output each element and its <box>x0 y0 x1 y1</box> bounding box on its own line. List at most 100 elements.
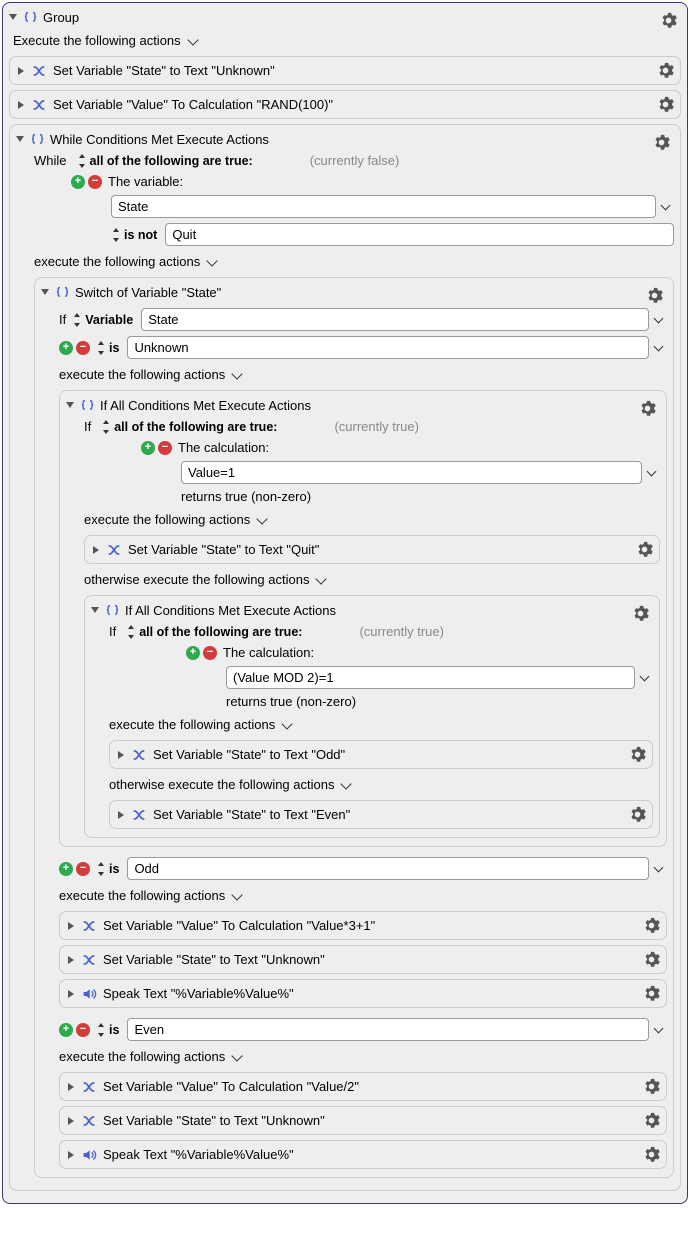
add-icon[interactable]: + <box>59 1023 73 1037</box>
chevron-down-icon[interactable] <box>655 865 667 873</box>
gear-icon[interactable] <box>642 950 660 968</box>
condition-mode-popup[interactable]: all of the following are true: <box>126 625 304 639</box>
add-remove-buttons[interactable]: + − <box>59 862 90 876</box>
add-icon[interactable]: + <box>71 175 85 189</box>
gear-icon[interactable] <box>642 916 660 934</box>
add-icon[interactable]: + <box>59 341 73 355</box>
action-even-a2[interactable]: Set Variable "State" to Text "Unknown" <box>59 1106 667 1135</box>
chevron-down-icon[interactable] <box>655 316 667 324</box>
variable-icon <box>80 1112 97 1129</box>
gear-icon[interactable] <box>659 11 677 29</box>
action-even-a3[interactable]: Speak Text "%Variable%Value%" <box>59 1140 667 1169</box>
disclosure-icon[interactable] <box>93 546 99 554</box>
calc-input[interactable] <box>226 666 635 689</box>
chevron-down-icon[interactable] <box>233 371 245 379</box>
gear-icon[interactable] <box>642 1077 660 1095</box>
action-set-state-odd[interactable]: Set Variable "State" to Text "Odd" <box>109 740 653 769</box>
add-remove-buttons[interactable]: + − <box>141 441 172 455</box>
disclosure-icon[interactable] <box>68 990 74 998</box>
action-odd-a2[interactable]: Set Variable "State" to Text "Unknown" <box>59 945 667 974</box>
gear-icon[interactable] <box>642 1145 660 1163</box>
disclosure-icon[interactable] <box>68 1083 74 1091</box>
remove-icon[interactable]: − <box>76 862 90 876</box>
add-icon[interactable]: + <box>141 441 155 455</box>
while-label: While <box>34 153 67 168</box>
gear-icon[interactable] <box>645 286 663 304</box>
chevron-down-icon[interactable] <box>655 344 667 352</box>
add-remove-buttons[interactable]: + − <box>59 1023 90 1037</box>
action-set-state-unknown[interactable]: Set Variable "State" to Text "Unknown" <box>9 56 681 85</box>
disclosure-icon[interactable] <box>18 101 24 109</box>
gear-icon[interactable] <box>656 61 674 79</box>
condition-mode-popup[interactable]: all of the following are true: <box>77 154 255 168</box>
case-value-input[interactable] <box>127 1018 649 1041</box>
remove-icon[interactable]: − <box>158 441 172 455</box>
calc-input[interactable] <box>181 461 642 484</box>
gear-icon[interactable] <box>642 984 660 1002</box>
variable-icon <box>80 1078 97 1095</box>
gear-icon[interactable] <box>635 540 653 558</box>
action-even-a1[interactable]: Set Variable "Value" To Calculation "Val… <box>59 1072 667 1101</box>
add-icon[interactable]: + <box>59 862 73 876</box>
remove-icon[interactable]: − <box>88 175 102 189</box>
variable-popup[interactable]: Variable <box>72 313 135 327</box>
disclosure-icon[interactable] <box>91 607 99 613</box>
add-icon[interactable]: + <box>186 646 200 660</box>
disclosure-icon[interactable] <box>68 1117 74 1125</box>
disclosure-icon[interactable] <box>16 136 24 142</box>
chevron-down-icon[interactable] <box>233 892 245 900</box>
gear-icon[interactable] <box>638 399 656 417</box>
chevron-down-icon[interactable] <box>208 258 220 266</box>
gear-icon[interactable] <box>652 133 670 151</box>
add-remove-buttons[interactable]: + − <box>186 646 217 660</box>
disclosure-icon[interactable] <box>68 922 74 930</box>
remove-icon[interactable]: − <box>76 341 90 355</box>
currently-state: (currently true) <box>359 624 444 639</box>
chevron-down-icon[interactable] <box>283 721 295 729</box>
gear-icon[interactable] <box>656 95 674 113</box>
remove-icon[interactable]: − <box>76 1023 90 1037</box>
case-is-popup[interactable]: is <box>96 1023 121 1037</box>
disclosure-icon[interactable] <box>41 289 49 295</box>
chevron-down-icon[interactable] <box>342 781 354 789</box>
action-set-value-rand[interactable]: Set Variable "Value" To Calculation "RAN… <box>9 90 681 119</box>
chevron-down-icon[interactable] <box>189 37 201 45</box>
disclosure-icon[interactable] <box>68 956 74 964</box>
action-set-state-quit[interactable]: Set Variable "State" to Text "Quit" <box>84 535 660 564</box>
switch-var-input[interactable] <box>141 308 649 331</box>
disclosure-icon[interactable] <box>118 811 124 819</box>
variable-name-input[interactable] <box>111 195 656 218</box>
gear-icon[interactable] <box>628 805 646 823</box>
chevron-down-icon[interactable] <box>317 576 329 584</box>
chevron-down-icon[interactable] <box>655 1026 667 1034</box>
add-remove-buttons[interactable]: + − <box>71 175 102 189</box>
action-set-state-even[interactable]: Set Variable "State" to Text "Even" <box>109 800 653 829</box>
remove-icon[interactable]: − <box>203 646 217 660</box>
chevron-down-icon[interactable] <box>258 516 270 524</box>
variable-icon <box>30 96 47 113</box>
chevron-down-icon[interactable] <box>641 674 653 682</box>
disclosure-icon[interactable] <box>9 14 17 20</box>
case-is-popup[interactable]: is <box>96 341 121 355</box>
add-remove-buttons[interactable]: + − <box>59 341 90 355</box>
action-title: Set Variable "State" to Text "Unknown" <box>53 63 275 78</box>
gear-icon[interactable] <box>642 1111 660 1129</box>
case-value-input[interactable] <box>127 336 649 359</box>
disclosure-icon[interactable] <box>68 1151 74 1159</box>
case-value-input[interactable] <box>127 857 649 880</box>
action-title: Set Variable "Value" To Calculation "RAN… <box>53 97 333 112</box>
compare-value-input[interactable] <box>165 223 674 246</box>
chevron-down-icon[interactable] <box>662 203 674 211</box>
action-odd-a1[interactable]: Set Variable "Value" To Calculation "Val… <box>59 911 667 940</box>
disclosure-icon[interactable] <box>18 67 24 75</box>
gear-icon[interactable] <box>631 604 649 622</box>
chevron-down-icon[interactable] <box>233 1053 245 1061</box>
gear-icon[interactable] <box>628 745 646 763</box>
comparison-popup[interactable]: is not <box>111 228 159 242</box>
condition-mode-popup[interactable]: all of the following are true: <box>101 420 279 434</box>
chevron-down-icon[interactable] <box>648 469 660 477</box>
disclosure-icon[interactable] <box>66 402 74 408</box>
case-is-popup[interactable]: is <box>96 862 121 876</box>
action-odd-a3[interactable]: Speak Text "%Variable%Value%" <box>59 979 667 1008</box>
disclosure-icon[interactable] <box>118 751 124 759</box>
